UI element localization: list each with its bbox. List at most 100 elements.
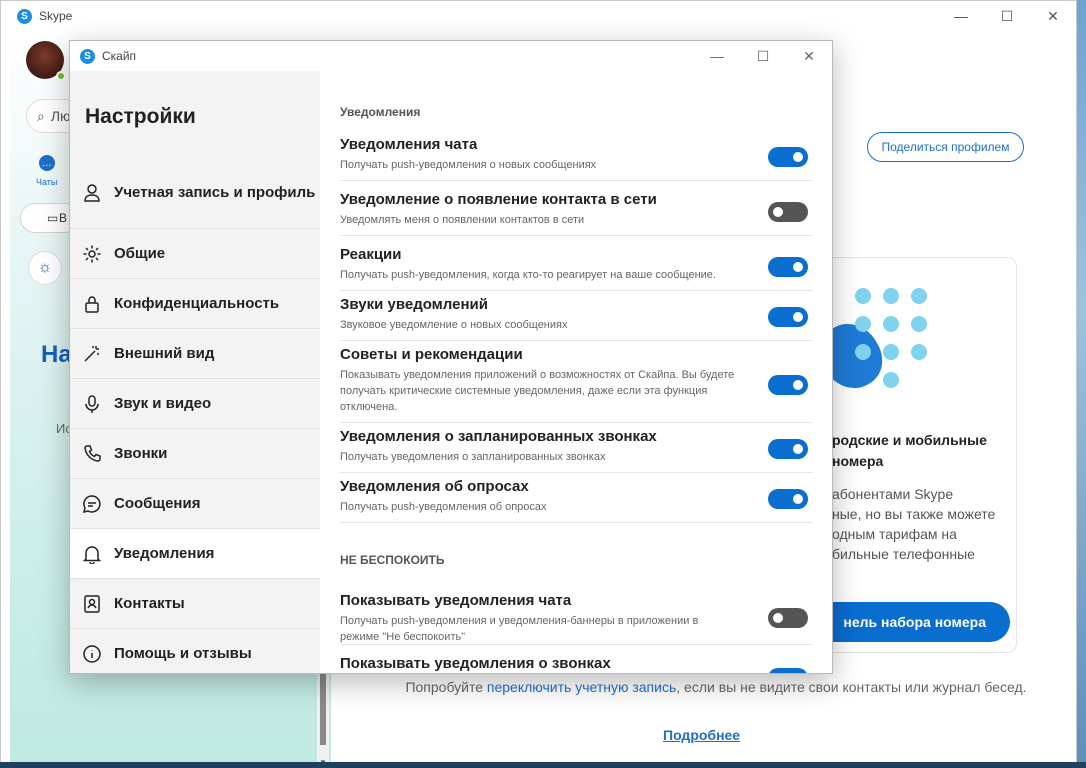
nav-item-messages[interactable]: Сообщения [70,479,320,529]
nav-item-contacts[interactable]: Контакты [70,579,320,629]
reactions-toggle[interactable] [768,257,808,277]
promo-text-line4: бильные телефонные [832,546,975,562]
setting-description: Уведомлять меня о появлении контактов в … [340,214,585,226]
setting-row: Уведомление о появление контакта в сети … [340,181,813,236]
setting-description: Показывать уведомления приложений о возм… [340,369,735,413]
settings-window-controls: — ☐ ✕ [694,41,832,71]
settings-heading: Настройки [85,105,196,128]
skype-logo-icon: S [80,48,95,64]
tips-toggle[interactable] [768,375,808,395]
microphone-icon [82,394,102,414]
nav-item-account[interactable]: Учетная запись и профиль [70,157,320,229]
switch-account-note: Попробуйте переключить учетную запись, е… [386,677,1046,697]
setting-row: Советы и рекомендации Показывать уведомл… [340,341,813,423]
nav-item-label: Помощь и отзывы [114,644,252,662]
settings-dialog: S Скайп — ☐ ✕ Настройки Учетная запись и… [69,40,833,674]
promo-text-line2: ные, но вы также можете [832,506,996,522]
nav-item-label: Звук и видео [114,394,212,412]
promo-text-line1: абонентами Skype [832,486,954,502]
person-icon [82,183,102,203]
setting-description: Звуковое уведомление о новых сообщениях [340,319,568,331]
lightbulb-icon[interactable]: ☼ [28,251,62,285]
minimize-button[interactable]: — [694,41,740,71]
nav-item-label: Звонки [114,444,168,462]
meet-now-label: В [59,211,68,225]
setting-description: Получать push-уведомления, когда кто-то … [340,269,716,281]
switch-account-link[interactable]: переключить учетную запись [487,679,676,695]
maximize-button[interactable]: ☐ [984,1,1030,31]
promo-heading-line1: родские и мобильные [832,432,987,448]
setting-row: Показывать уведомления о звонках [340,645,813,673]
close-button[interactable]: ✕ [1030,1,1076,31]
dialpad-button[interactable]: нель набора номера [809,602,1010,642]
chat-icon: … [38,155,55,171]
section-heading-notifications: Уведомления [340,105,421,119]
dnd-call-notifications-toggle[interactable] [768,668,808,673]
nav-item-privacy[interactable]: Конфиденциальность [70,279,320,329]
close-button[interactable]: ✕ [786,41,832,71]
main-title-bar: S Skype [1,1,1076,31]
setting-title: Уведомления о запланированных звонках [340,428,657,445]
setting-row: Уведомления чата Получать push-уведомлен… [340,131,813,181]
magic-wand-icon [82,344,102,364]
learn-more-link[interactable]: Подробнее [663,727,740,743]
online-status-dot [56,71,66,81]
skype-logo-icon: S [17,8,32,24]
dnd-chat-notifications-toggle[interactable] [768,608,808,628]
main-window-title: Skype [39,9,73,23]
nav-item-label: Учетная запись и профиль [114,183,316,201]
setting-row: Уведомления об опросах Получать push-уве… [340,473,813,523]
nav-item-label: Уведомления [114,544,215,562]
share-profile-button[interactable]: Поделиться профилем [867,132,1024,162]
promo-heading-line2: номера [832,453,884,469]
taskbar [0,762,1086,768]
setting-title: Уведомление о появление контакта в сети [340,191,657,208]
gear-icon [82,244,102,264]
welcome-heading: На [41,341,72,368]
nav-item-label: Внешний вид [114,344,215,362]
setting-description: Получать push-уведомления и уведомления-… [340,615,699,643]
setting-title: Показывать уведомления чата [340,592,572,609]
notification-sounds-toggle[interactable] [768,307,808,327]
setting-description: Получать push-уведомления об опросах [340,501,547,513]
promo-heading: родские и мобильные номера [832,430,987,472]
promo-text-line3: одным тарифам на [832,526,957,542]
section-heading-dnd: НЕ БЕСПОКОИТЬ [340,553,445,567]
nav-item-help[interactable]: Помощь и отзывы [70,629,320,673]
chats-tab[interactable]: … Чаты [36,155,57,187]
nav-item-label: Общие [114,244,166,262]
scheduled-calls-toggle[interactable] [768,439,808,459]
chat-bubble-icon [82,494,102,514]
contact-online-toggle[interactable] [768,202,808,222]
minimize-button[interactable]: — [938,1,984,31]
nav-item-appearance[interactable]: Внешний вид [70,329,320,379]
setting-title: Звуки уведомлений [340,296,488,313]
settings-content: Уведомления Уведомления чата Получать pu… [320,71,832,673]
dialpad-illustration [855,288,927,388]
contacts-icon [82,594,102,614]
nav-item-label: Контакты [114,594,185,612]
setting-row: Реакции Получать push-уведомления, когда… [340,236,813,291]
nav-item-label: Конфиденциальность [114,294,280,312]
nav-item-general[interactable]: Общие [70,229,320,279]
settings-nav: Настройки Учетная запись и профиль Общие… [70,71,320,673]
chat-notifications-toggle[interactable] [768,147,808,167]
setting-title: Реакции [340,246,402,263]
bell-icon [82,544,102,564]
setting-description: Получать уведомления о запланированных з… [340,451,606,463]
info-icon [82,644,102,664]
search-placeholder: Лю [50,108,71,124]
setting-title: Уведомления чата [340,136,478,153]
nav-item-audio-video[interactable]: Звук и видео [70,379,320,429]
search-icon: ⌕ [37,107,45,124]
setting-row: Показывать уведомления чата Получать pus… [340,587,813,645]
polls-toggle[interactable] [768,489,808,509]
video-icon: ▭ [47,211,59,225]
promo-text: абонентами Skype ные, но вы также можете… [832,484,995,564]
note-text-after: , если вы не видите свои контакты или жу… [676,679,1027,695]
maximize-button[interactable]: ☐ [740,41,786,71]
nav-item-calls[interactable]: Звонки [70,429,320,479]
settings-window-title: Скайп [102,49,137,63]
nav-item-notifications[interactable]: Уведомления [70,529,320,579]
main-window-controls: — ☐ ✕ [938,1,1076,31]
